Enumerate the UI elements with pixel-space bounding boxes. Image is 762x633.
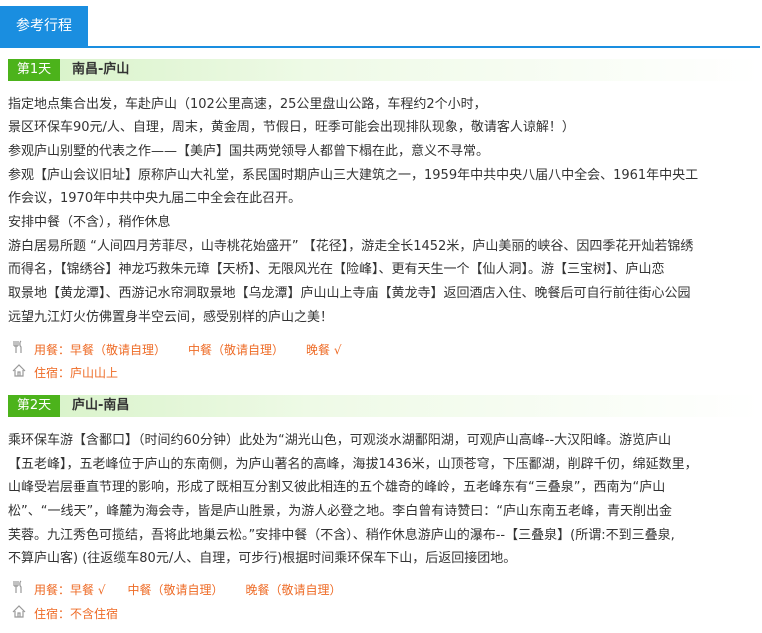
day-line: 而得名，【锦绣谷】神龙巧救朱元璋【天桥】、无限风光在【险峰】、更有天生一个【仙人… <box>8 262 665 277</box>
day-title: 南昌-庐山 <box>72 62 130 77</box>
day-line: 松”、“一线天”，峰麓为海会寺，皆是庐山胜景，为游人必登之地。李白曾有诗赞曰：“… <box>8 504 672 519</box>
meal-breakfast: 用餐：早餐 √ <box>34 583 106 597</box>
meal-lunch: 中餐（敬请自理） <box>127 583 224 597</box>
day-line: 山峰受岩层垂直节理的影响，形成了既相互分割又彼此相连的五个雄奇的峰岭，五老峰东有… <box>8 480 666 495</box>
day-header: 第1天 南昌-庐山 <box>8 59 760 81</box>
day-title: 庐山-南昌 <box>72 398 130 413</box>
stay-text: 住宿：庐山山上 <box>34 366 119 380</box>
meal-breakfast: 用餐：早餐（敬请自理） <box>34 343 167 357</box>
tab-itinerary[interactable]: 参考行程 <box>0 6 88 46</box>
day-header: 第2天 庐山-南昌 <box>8 395 760 417</box>
meal-dinner: 晚餐（敬请自理） <box>245 583 342 597</box>
day-line: 芙蓉。九江秀色可揽结，吾将此地巢云松。”安排中餐（不含）、稍作休息游庐山的瀑布-… <box>8 528 675 543</box>
day-line: 游白居易所题 “人间四月芳菲尽，山寺桃花始盛开” 【花径】，游走全长1452米，… <box>8 239 694 254</box>
meal-row: 用餐：早餐 √ 中餐（敬请自理） 晚餐（敬请自理） <box>12 580 364 600</box>
fork-knife-icon <box>12 580 28 600</box>
day-line: 乘环保车游【含鄱口】（时间约60分钟）此处为“湖光山色，可观淡水湖鄱阳湖，可观庐… <box>8 433 672 448</box>
stay-row: 住宿：庐山山上 <box>12 363 140 383</box>
day-line: 安排中餐（不含），稍作休息 <box>8 215 171 230</box>
stay-text: 住宿：不含住宿 <box>34 607 119 621</box>
meal-lunch: 中餐（敬请自理） <box>188 343 285 357</box>
day-badge: 第2天 <box>8 395 60 417</box>
day-line: 参观庐山别墅的代表之作——【美庐】国共两党领导人都曾下榻在此，意义不寻常。 <box>8 144 490 159</box>
day-line: 取景地【黄龙潭】、西游记水帘洞取景地【乌龙潭】庐山山上寺庙【黄龙寺】返回酒店入住… <box>8 286 691 301</box>
day-line: 景区环保车90元/人、自理，周末，黄金周，节假日，旺季可能会出现排队现象，敬请客… <box>8 120 575 135</box>
day-badge: 第1天 <box>8 59 60 81</box>
day-line: 指定地点集合出发，车赴庐山（102公里高速，25公里盘山公路，车程约2个小时， <box>8 97 487 112</box>
day-line: 远望九江灯火仿佛置身半空云间，感受别样的庐山之美！ <box>8 310 334 325</box>
house-icon <box>12 363 28 383</box>
day-line: 参观【庐山会议旧址】原称庐山大礼堂，系民国时期庐山三大建筑之一，1959年中共中… <box>8 168 699 183</box>
stay-row: 住宿：不含住宿 <box>12 604 140 624</box>
fork-knife-icon <box>12 340 28 360</box>
meal-dinner: 晚餐 √ <box>306 343 342 357</box>
day-line: 不算庐山客) (往返缆车80元/人、自理，可步行)根据时间乘环保车下山，后返回接… <box>8 551 517 566</box>
day-line: 【五老峰】，五老峰位于庐山的东南侧，为庐山著名的高峰，海拔1436米，山顶苍穹，… <box>8 457 698 472</box>
meal-row: 用餐：早餐（敬请自理） 中餐（敬请自理） 晚餐 √ <box>12 340 364 360</box>
section-tabbar: 参考行程 <box>0 0 760 48</box>
day-line: 作会议，1970年中共中央九届二中全会在此召开。 <box>8 191 302 206</box>
house-icon <box>12 604 28 624</box>
